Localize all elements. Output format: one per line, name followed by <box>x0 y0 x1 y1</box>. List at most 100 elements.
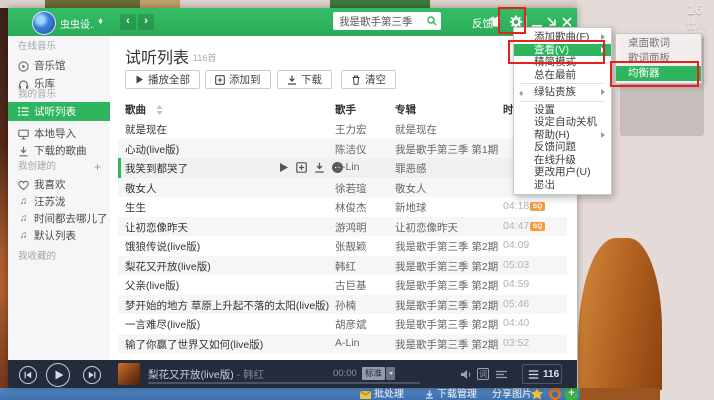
download-button[interactable]: 下载 <box>277 70 332 89</box>
menu-item-auto-shutdown[interactable]: 设定自动关机 <box>514 116 611 129</box>
menu-item-always-on-top[interactable]: 总在最前 <box>514 69 611 82</box>
table-row[interactable]: 敬女人 徐若瑄 敬女人 <box>118 178 567 198</box>
song-album[interactable]: 让初恋像昨天 <box>395 220 458 235</box>
song-artist[interactable]: 徐若瑄 <box>335 181 367 196</box>
previous-button[interactable] <box>19 366 37 384</box>
song-artist[interactable]: A-Lin <box>335 161 360 173</box>
song-title[interactable]: 一言难尽(live版) <box>125 317 200 332</box>
taskbar-item-batch[interactable]: 批处理 <box>360 389 404 400</box>
volume-icon[interactable] <box>460 368 473 381</box>
album-art-thumbnail[interactable] <box>118 363 140 385</box>
nav-back-button[interactable]: ‹ <box>120 14 136 30</box>
search-icon[interactable] <box>427 16 437 26</box>
song-album[interactable]: 我是歌手第三季 第2期 <box>395 278 498 293</box>
taskbar-item-download-manager[interactable]: 下载管理 <box>425 389 477 400</box>
song-title[interactable]: 生生 <box>125 200 146 215</box>
header-artist[interactable]: 歌手 <box>335 102 356 117</box>
vip-diamond-icon[interactable]: ♦ <box>98 16 103 27</box>
submenu-item-equalizer[interactable]: 均衡器 <box>616 66 701 81</box>
sidebar-item-playlist[interactable]: ♫ 默认列表 <box>18 228 76 244</box>
sort-icon[interactable] <box>156 105 163 115</box>
song-artist[interactable]: 张靓颖 <box>335 239 367 254</box>
play-button[interactable] <box>46 363 70 387</box>
table-row[interactable]: 就是现在 王力宏 就是现在 <box>118 119 567 139</box>
lyrics-icon[interactable]: 词 <box>477 368 489 380</box>
menu-item-switch-user[interactable]: 更改用户(U) <box>514 166 611 179</box>
progress-bar[interactable] <box>148 382 420 384</box>
song-artist[interactable]: A-Lin <box>335 337 360 349</box>
sidebar-item-downloaded-songs[interactable]: 下载的歌曲 <box>18 143 87 159</box>
taskbar-star-icon[interactable] <box>530 387 544 400</box>
table-row[interactable]: 饿狼传说(live版) 张靓颖 我是歌手第三季 第2期 04:09 <box>118 236 567 256</box>
sidebar-item-liked[interactable]: 我喜欢 <box>18 177 66 193</box>
play-icon[interactable] <box>278 162 289 173</box>
song-album[interactable]: 我是歌手第三季 第2期 <box>395 337 498 352</box>
skin-icon[interactable] <box>488 15 502 29</box>
sidebar-item-listen-list[interactable]: 试听列表 <box>8 102 110 121</box>
quality-selector[interactable]: 标准 <box>362 367 395 380</box>
menu-item-green-diamond[interactable]: ♦ 绿钻贵族 <box>514 86 611 99</box>
song-artist[interactable]: 林俊杰 <box>335 200 367 215</box>
table-row[interactable]: 输了你赢了世界又如何(live版) A-Lin 我是歌手第三季 第2期 03:5… <box>118 334 567 354</box>
song-album[interactable]: 罪恶感 <box>395 161 427 176</box>
song-title[interactable]: 我笑到都哭了 <box>125 161 188 176</box>
song-title[interactable]: 梦开始的地方 草原上升起不落的太阳(live版) <box>125 298 329 313</box>
song-album[interactable]: 我是歌手第三季 第1期 <box>395 142 498 157</box>
song-title[interactable]: 父亲(live版) <box>125 278 179 293</box>
table-row[interactable]: 父亲(live版) 古巨基 我是歌手第三季 第2期 04:59 <box>118 275 567 295</box>
table-row[interactable]: 梨花又开放(live版) 韩红 我是歌手第三季 第2期 05:03 <box>118 256 567 276</box>
submenu-item-desktop-lyrics[interactable]: 桌面歌词 <box>616 36 701 51</box>
add-to-button[interactable]: 添加到 <box>205 70 271 89</box>
song-album[interactable]: 我是歌手第三季 第2期 <box>395 259 498 274</box>
playlist-toggle[interactable]: 116 <box>522 364 562 384</box>
song-title[interactable]: 输了你赢了世界又如何(live版) <box>125 337 263 352</box>
menu-item-feedback[interactable]: 反馈问题 <box>514 141 611 154</box>
now-playing-title[interactable]: 梨花又开放(live版) - 韩红 <box>148 367 264 382</box>
table-row[interactable]: 心动(live版) 陈洁仪 我是歌手第三季 第1期 <box>118 139 567 159</box>
song-artist[interactable]: 陈洁仪 <box>335 142 367 157</box>
play-mode-icon[interactable] <box>495 368 508 381</box>
song-album[interactable]: 我是歌手第三季 第2期 <box>395 239 498 254</box>
taskbar-browser-icon[interactable] <box>549 388 561 400</box>
menu-item-online-upgrade[interactable]: 在线升级 <box>514 154 611 167</box>
menu-item-settings[interactable]: 设置 <box>514 104 611 117</box>
song-album[interactable]: 我是歌手第三季 第2期 <box>395 317 498 332</box>
play-all-button[interactable]: 播放全部 <box>125 70 200 89</box>
song-title[interactable]: 心动(live版) <box>125 142 179 157</box>
song-title[interactable]: 饿狼传说(live版) <box>125 239 200 254</box>
username[interactable]: 虫虫设... <box>60 16 94 31</box>
header-song[interactable]: 歌曲 <box>125 102 146 117</box>
sidebar-item-local-import[interactable]: 本地导入 <box>18 126 76 142</box>
add-square-icon[interactable] <box>296 162 307 173</box>
submenu-item-lyrics-panel[interactable]: 歌词面板 <box>616 51 701 66</box>
sidebar-item-music-hall[interactable]: 音乐馆 <box>18 58 66 74</box>
menu-item-add-song[interactable]: 添加歌曲(F) <box>514 31 611 44</box>
song-album[interactable]: 就是现在 <box>395 122 437 137</box>
song-album[interactable]: 敬女人 <box>395 181 427 196</box>
song-title[interactable]: 敬女人 <box>125 181 157 196</box>
table-row[interactable]: 一言难尽(live版) 胡彦斌 我是歌手第三季 第2期 04:40 <box>118 314 567 334</box>
download-icon[interactable] <box>314 162 325 173</box>
avatar[interactable] <box>32 11 56 35</box>
next-button[interactable] <box>83 366 101 384</box>
table-row[interactable]: 梦开始的地方 草原上升起不落的太阳(live版) 孙楠 我是歌手第三季 第2期 … <box>118 295 567 315</box>
song-album[interactable]: 新地球 <box>395 200 427 215</box>
taskbar-add-icon[interactable]: + <box>565 387 578 400</box>
song-title[interactable]: 让初恋像昨天 <box>125 220 188 235</box>
song-artist[interactable]: 孙楠 <box>335 298 356 313</box>
menu-item-simple-mode[interactable]: 精简模式 <box>514 56 611 69</box>
song-artist[interactable]: 古巨基 <box>335 278 367 293</box>
sidebar-item-playlist[interactable]: ♫ 时间都去哪儿了 <box>18 211 108 227</box>
nav-forward-button[interactable]: › <box>138 14 154 30</box>
add-playlist-button[interactable]: + <box>94 160 101 174</box>
song-title[interactable]: 梨花又开放(live版) <box>125 259 211 274</box>
taskbar-item-share-pictures[interactable]: 分享图片 <box>492 389 532 400</box>
clear-button[interactable]: 清空 <box>341 70 396 89</box>
header-album[interactable]: 专辑 <box>395 102 416 117</box>
search-input[interactable] <box>335 13 427 29</box>
table-row[interactable]: 生生 林俊杰 新地球 04:18 SQ <box>118 197 567 217</box>
song-album[interactable]: 我是歌手第三季 第2期 <box>395 298 498 313</box>
menu-item-help[interactable]: 帮助(H) <box>514 129 611 142</box>
table-row-hovered[interactable]: 我笑到都哭了 A-Lin 罪恶感 <box>118 158 567 178</box>
sidebar-item-playlist[interactable]: ♫ 汪苏泷 <box>18 194 66 210</box>
